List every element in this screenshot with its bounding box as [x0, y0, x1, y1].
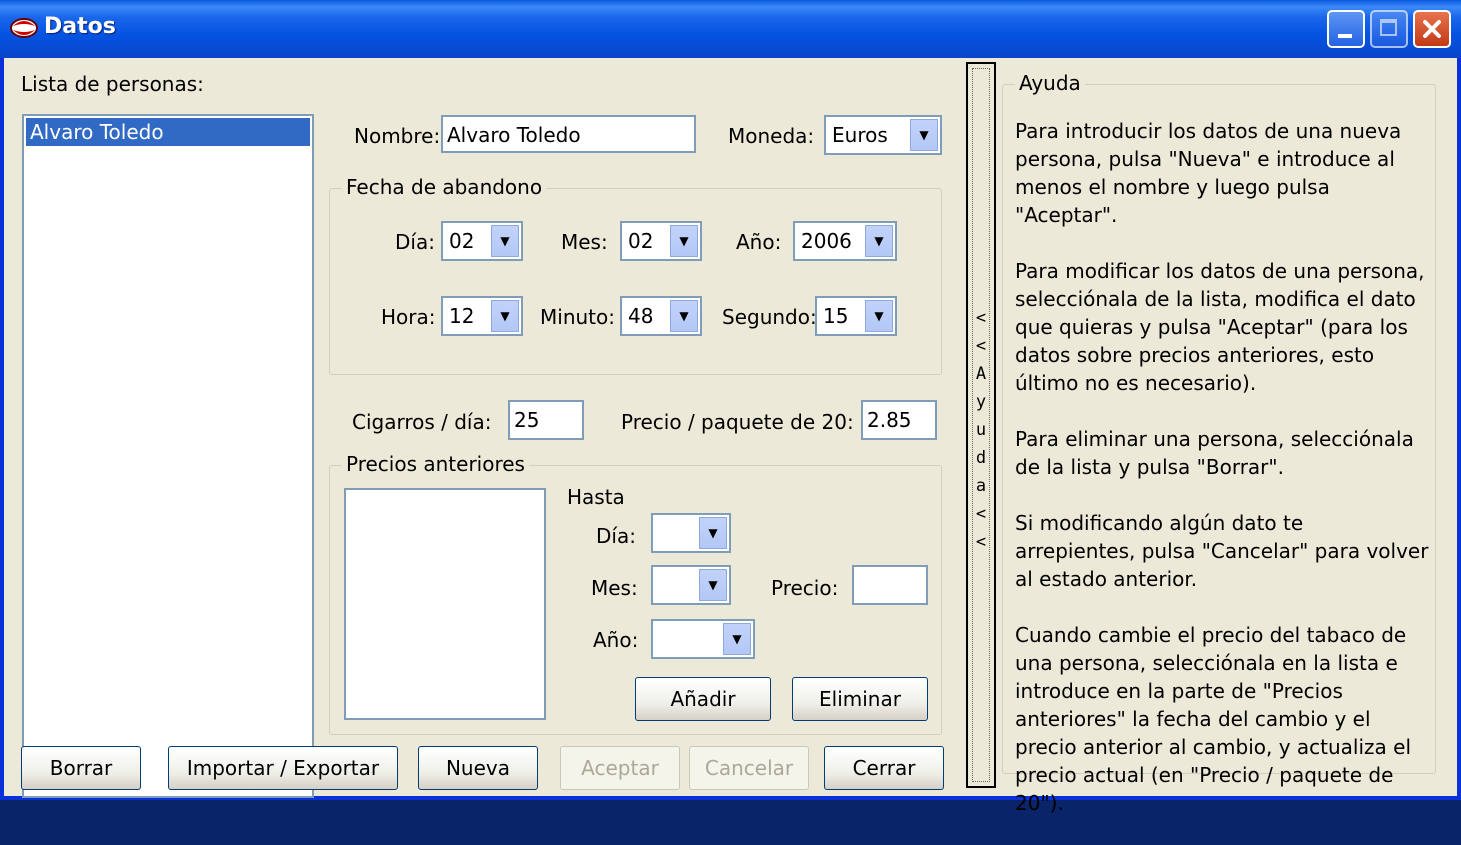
maximize-button: [1370, 10, 1408, 48]
help-group: Ayuda Para introducir los datos de una n…: [1002, 71, 1436, 815]
help-paragraph: Para introducir los datos de una nueva p…: [1015, 119, 1402, 227]
chevron-down-icon[interactable]: ▼: [865, 300, 893, 332]
chevron-down-icon[interactable]: ▼: [491, 225, 519, 257]
chevron-down-icon[interactable]: ▼: [699, 569, 727, 601]
help-toggle-splitter[interactable]: < < Ay u d a < <: [966, 62, 996, 788]
hora-label: Hora:: [381, 305, 436, 329]
minuto-label: Minuto:: [540, 305, 615, 329]
precio-label: Precio:: [771, 576, 839, 600]
splitter-char: <: [975, 504, 987, 524]
precio-mes-select[interactable]: ▼: [651, 565, 731, 605]
list-item[interactable]: Alvaro Toledo: [26, 118, 310, 146]
window: Datos Lista de personas: Alvaro Toledo N…: [0, 0, 1461, 815]
person-list-label: Lista de personas:: [21, 72, 204, 96]
precio-input[interactable]: [852, 565, 928, 605]
cerrar-button[interactable]: Cerrar: [824, 746, 944, 790]
help-text: Para introducir los datos de una nueva p…: [1015, 117, 1429, 845]
dia-value: 02: [449, 229, 475, 253]
anio-select[interactable]: 2006 ▼: [793, 221, 897, 261]
chevron-down-icon[interactable]: ▼: [910, 119, 938, 151]
help-paragraph: Para modificar los datos de una persona,…: [1015, 259, 1425, 395]
maximize-icon: [1380, 19, 1397, 36]
chevron-down-icon[interactable]: ▼: [491, 300, 519, 332]
precio-mes-label: Mes:: [591, 576, 638, 600]
add-price-button[interactable]: Añadir: [635, 677, 771, 721]
borrar-button[interactable]: Borrar: [21, 746, 141, 790]
cancelar-button: Cancelar: [689, 746, 809, 790]
precio-anio-select[interactable]: ▼: [651, 619, 755, 659]
help-paragraph: Para eliminar una persona, selecciónala …: [1015, 427, 1414, 479]
chevron-down-icon[interactable]: ▼: [699, 517, 727, 549]
window-title: Datos: [44, 14, 116, 39]
splitter-char: d: [975, 448, 987, 468]
splitter-char: <: [975, 336, 987, 356]
precio-dia-select[interactable]: ▼: [651, 513, 731, 553]
hora-value: 12: [449, 304, 475, 328]
segundo-label: Segundo:: [722, 305, 817, 329]
splitter-char: A: [975, 364, 987, 384]
precio-anio-label: Año:: [593, 628, 639, 652]
mes-select[interactable]: 02 ▼: [620, 221, 702, 261]
chevron-down-icon[interactable]: ▼: [865, 225, 893, 257]
remove-price-button[interactable]: Eliminar: [792, 677, 928, 721]
nombre-input[interactable]: Alvaro Toledo: [441, 115, 696, 153]
dia-select[interactable]: 02 ▼: [441, 221, 523, 261]
anio-label: Año:: [736, 230, 782, 254]
importar-exportar-button[interactable]: Importar / Exportar: [168, 746, 398, 790]
nombre-value: Alvaro Toledo: [447, 123, 581, 147]
cigarros-value: 25: [514, 408, 540, 432]
help-legend: Ayuda: [1015, 71, 1085, 95]
chevron-down-icon[interactable]: ▼: [670, 300, 698, 332]
fecha-abandono-legend: Fecha de abandono: [342, 175, 547, 199]
cigarros-label: Cigarros / día:: [352, 410, 492, 434]
chevron-down-icon[interactable]: ▼: [670, 225, 698, 257]
mes-label: Mes:: [561, 230, 608, 254]
hora-select[interactable]: 12 ▼: [441, 296, 523, 336]
segundo-select[interactable]: 15 ▼: [815, 296, 897, 336]
minuto-select[interactable]: 48 ▼: [620, 296, 702, 336]
splitter-char: u: [975, 420, 987, 440]
precio-paquete-value: 2.85: [867, 408, 912, 432]
minuto-value: 48: [628, 304, 654, 328]
close-button[interactable]: [1413, 10, 1451, 48]
app-icon: [10, 18, 38, 38]
fecha-abandono-group: Fecha de abandono: [329, 175, 942, 375]
minimize-button[interactable]: [1327, 10, 1365, 48]
anio-value: 2006: [801, 229, 852, 253]
hasta-label: Hasta: [567, 485, 625, 509]
mes-value: 02: [628, 229, 654, 253]
moneda-label: Moneda:: [728, 124, 815, 148]
precios-list[interactable]: [344, 488, 546, 720]
splitter-char: <: [975, 532, 987, 552]
help-paragraph: Cuando cambie el precio del tabaco de un…: [1015, 623, 1412, 815]
aceptar-button: Aceptar: [560, 746, 680, 790]
precio-paquete-input[interactable]: 2.85: [861, 400, 937, 440]
cigarros-input[interactable]: 25: [508, 400, 584, 440]
moneda-select[interactable]: Euros ▼: [824, 115, 942, 155]
splitter-char: a: [975, 476, 987, 496]
precio-dia-label: Día:: [596, 524, 636, 548]
splitter-label: < < Ay u d a < <: [968, 304, 994, 556]
precio-paquete-label: Precio / paquete de 20:: [621, 410, 854, 434]
minimize-icon: [1338, 34, 1352, 38]
segundo-value: 15: [823, 304, 849, 328]
person-list[interactable]: Alvaro Toledo: [22, 114, 314, 798]
help-paragraph: Si modificando algún dato te arrepientes…: [1015, 511, 1429, 591]
splitter-char: <: [975, 308, 987, 328]
close-icon: [1423, 20, 1441, 38]
nombre-label: Nombre:: [354, 124, 441, 148]
nueva-button[interactable]: Nueva: [418, 746, 538, 790]
chevron-down-icon[interactable]: ▼: [723, 623, 751, 655]
precios-anteriores-legend: Precios anteriores: [342, 452, 529, 476]
moneda-value: Euros: [832, 123, 888, 147]
client-area: Lista de personas: Alvaro Toledo Nombre:…: [4, 58, 1457, 815]
title-bar[interactable]: Datos: [0, 0, 1461, 58]
splitter-char: y: [975, 392, 987, 412]
dia-label: Día:: [395, 230, 435, 254]
